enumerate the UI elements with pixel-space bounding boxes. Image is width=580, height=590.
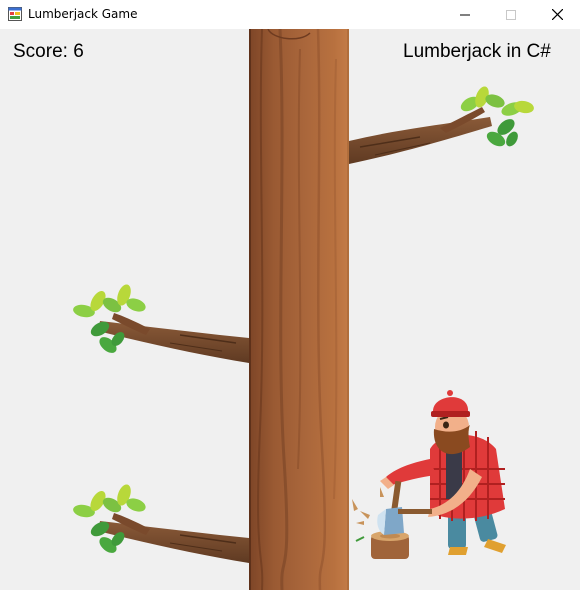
minimize-button[interactable] bbox=[442, 0, 488, 29]
game-scene bbox=[73, 29, 534, 590]
minimize-icon bbox=[460, 14, 470, 15]
maximize-button[interactable] bbox=[488, 0, 534, 29]
branch-right bbox=[349, 86, 534, 164]
window-title: Lumberjack Game bbox=[28, 7, 138, 21]
tree-trunk bbox=[249, 29, 349, 590]
branch-left bbox=[73, 484, 249, 563]
title-bar: Lumberjack Game bbox=[0, 0, 580, 29]
tree-stump bbox=[371, 531, 409, 559]
branch-left bbox=[73, 284, 249, 363]
leaf-cluster bbox=[73, 284, 146, 353]
app-icon[interactable] bbox=[8, 7, 22, 21]
close-icon bbox=[551, 9, 563, 20]
lumberjack-player bbox=[352, 390, 506, 559]
leaf-cluster bbox=[73, 484, 146, 553]
game-title-label: Lumberjack in C# bbox=[403, 41, 551, 62]
game-canvas[interactable]: Score: 6 Lumberjack in C# bbox=[0, 29, 580, 590]
score-label: Score: 6 bbox=[13, 41, 84, 62]
maximize-icon bbox=[506, 9, 516, 20]
close-button[interactable] bbox=[534, 0, 580, 29]
